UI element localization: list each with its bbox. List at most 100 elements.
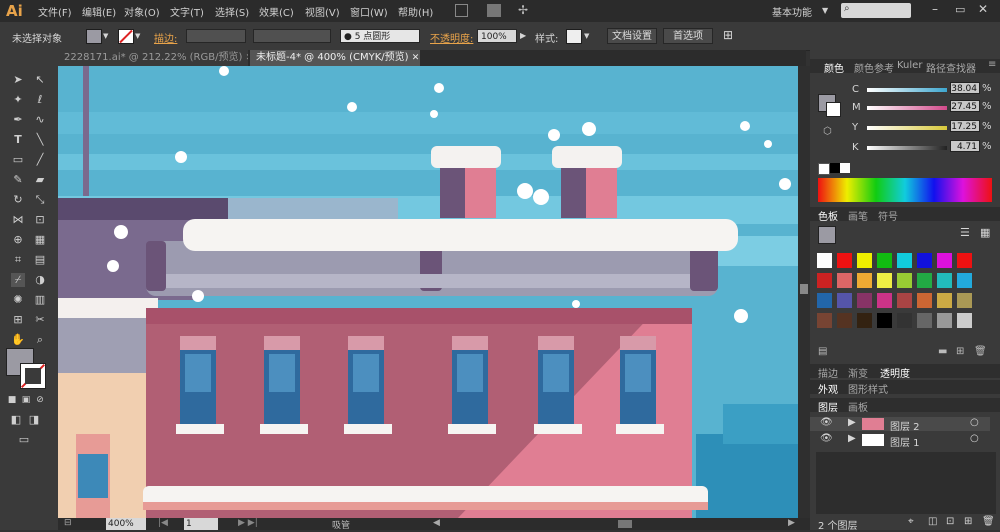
layer-name[interactable]: 图层 2 <box>890 418 920 433</box>
shape-builder-icon[interactable]: ⊕ <box>11 233 25 247</box>
swatch[interactable] <box>897 313 912 328</box>
trash-icon[interactable]: 🗑 <box>982 516 995 527</box>
opacity-label[interactable]: 不透明度: <box>430 30 473 45</box>
menu-file[interactable]: 文件(F) <box>38 4 72 19</box>
rotate-tool-icon[interactable]: ↻ <box>11 193 25 207</box>
horizontal-scroll-thumb[interactable] <box>618 520 632 528</box>
swatch[interactable] <box>837 253 852 268</box>
direct-selection-tool-icon[interactable]: ↖ <box>33 73 47 87</box>
grid-view-icon[interactable]: ▦ <box>980 226 990 239</box>
hand-tool-icon[interactable]: ✋ <box>11 333 25 347</box>
stroke-swatch[interactable] <box>118 29 134 44</box>
swatch[interactable] <box>937 273 952 288</box>
visibility-icon[interactable]: 👁 <box>820 433 833 444</box>
swatch[interactable] <box>917 293 932 308</box>
swatch[interactable] <box>817 293 832 308</box>
variable-width-dropdown[interactable] <box>253 29 331 43</box>
graph-tool-icon[interactable]: ▥ <box>33 293 47 307</box>
search-input[interactable]: ⌕ <box>841 3 911 18</box>
lasso-icon[interactable]: ℓ <box>33 93 47 107</box>
restore-icon[interactable]: ▭ <box>955 3 965 16</box>
target-icon[interactable]: ○ <box>970 417 979 428</box>
menu-edit[interactable]: 编辑(E) <box>82 4 116 19</box>
chevron-down-icon[interactable]: ▼ <box>135 32 140 40</box>
brush-definition-dropdown[interactable]: ● 5 点圆形 <box>340 29 420 43</box>
gradient-mode-icon[interactable]: ▣ <box>19 393 33 407</box>
mesh-tool-icon[interactable]: ⌗ <box>11 253 25 267</box>
menu-view[interactable]: 视图(V) <box>305 4 340 19</box>
swatch[interactable] <box>857 313 872 328</box>
stroke-color-box[interactable] <box>20 363 46 389</box>
color-mode-icon[interactable]: ■ <box>5 393 19 407</box>
menu-help[interactable]: 帮助(H) <box>398 4 433 19</box>
vertical-scrollbar[interactable] <box>798 66 810 518</box>
swatch[interactable] <box>877 313 892 328</box>
eyedropper-icon[interactable]: ⌿ <box>11 273 25 287</box>
screen-mode-icon[interactable]: ▭ <box>17 433 31 447</box>
draw-behind-icon[interactable]: ◨ <box>27 413 41 427</box>
trash-icon[interactable]: 🗑 <box>974 346 987 357</box>
white-swatch[interactable] <box>840 163 850 173</box>
tab-symbols[interactable]: 符号 <box>878 208 898 223</box>
m-slider[interactable] <box>867 106 947 110</box>
swatch[interactable] <box>877 273 892 288</box>
stroke-label[interactable]: 描边: <box>154 30 177 45</box>
pencil-icon[interactable]: ✎ <box>11 173 25 187</box>
swatch[interactable] <box>917 273 932 288</box>
page-number[interactable]: 1 <box>184 518 218 530</box>
artboard-nav-icon[interactable]: ⊟ <box>64 518 72 528</box>
color-stroke-box[interactable] <box>826 102 841 117</box>
swatch[interactable] <box>857 273 872 288</box>
fill-swatch[interactable] <box>86 29 102 44</box>
paintbrush-icon[interactable]: ╱ <box>33 153 47 167</box>
swatch[interactable] <box>957 253 972 268</box>
chevron-down-icon[interactable]: ▼ <box>103 32 108 40</box>
swatch[interactable] <box>857 253 872 268</box>
swatch[interactable] <box>817 313 832 328</box>
workspace-switcher[interactable]: 基本功能 <box>772 4 812 19</box>
swatch[interactable] <box>857 293 872 308</box>
c-slider[interactable] <box>867 88 947 92</box>
document-setup-button[interactable]: 文档设置 <box>607 28 657 44</box>
new-layer-icon[interactable]: ⊞ <box>964 516 972 527</box>
gradient-tool-icon[interactable]: ▤ <box>33 253 47 267</box>
none-swatch[interactable] <box>818 163 830 175</box>
swatch[interactable] <box>877 293 892 308</box>
tab-document-1[interactable]: 2228171.ai* @ 212.22% (RGB/预览) ✕ <box>58 50 248 66</box>
clipping-mask-icon[interactable]: ◫ <box>928 516 937 527</box>
tab-appearance[interactable]: 外观 <box>818 381 838 396</box>
menu-object[interactable]: 对象(O) <box>124 4 160 19</box>
tab-swatches[interactable]: 色板 <box>818 208 838 223</box>
close-icon[interactable]: ✕ <box>246 53 248 63</box>
tab-pathfinder[interactable]: 路径查找器 <box>926 60 976 75</box>
slice-tool-icon[interactable]: ✂ <box>33 313 47 327</box>
new-sublayer-icon[interactable]: ⊡ <box>946 516 954 527</box>
none-mode-icon[interactable]: ⊘ <box>33 393 47 407</box>
swatch[interactable] <box>897 253 912 268</box>
tab-document-2[interactable]: 未标题-4* @ 400% (CMYK/预览) ✕ <box>250 50 420 66</box>
scale-tool-icon[interactable]: ⤡ <box>33 193 47 207</box>
rectangle-tool-icon[interactable]: ▭ <box>11 153 25 167</box>
curvature-tool-icon[interactable]: ∿ <box>33 113 47 127</box>
zoom-tool-icon[interactable]: ⌕ <box>33 333 47 347</box>
layer-row-1[interactable]: 👁 ▶ 图层 1 ○ <box>810 433 990 449</box>
graphic-style-swatch[interactable] <box>566 29 582 44</box>
library-icon[interactable]: ▤ <box>818 346 827 357</box>
swatch[interactable] <box>897 273 912 288</box>
swatch[interactable] <box>957 273 972 288</box>
first-page-icon[interactable]: |◀ <box>158 518 168 528</box>
chevron-down-icon[interactable]: ▼ <box>584 32 589 40</box>
panel-menu-icon[interactable]: ≡ <box>988 59 996 70</box>
free-transform-icon[interactable]: ⊡ <box>33 213 47 227</box>
eraser-icon[interactable]: ▰ <box>33 173 47 187</box>
swatch[interactable] <box>957 313 972 328</box>
width-tool-icon[interactable]: ⋈ <box>11 213 25 227</box>
scroll-right-icon[interactable]: ▶ <box>788 518 795 528</box>
k-slider[interactable] <box>867 146 947 150</box>
tab-brushes[interactable]: 画笔 <box>848 208 868 223</box>
color-spectrum[interactable] <box>818 178 992 202</box>
arrange-documents-icon[interactable] <box>487 4 501 17</box>
tab-graphic-styles[interactable]: 图形样式 <box>848 381 888 396</box>
artboard-tool-icon[interactable]: ⊞ <box>11 313 25 327</box>
locate-object-icon[interactable]: ⌖ <box>908 516 914 527</box>
